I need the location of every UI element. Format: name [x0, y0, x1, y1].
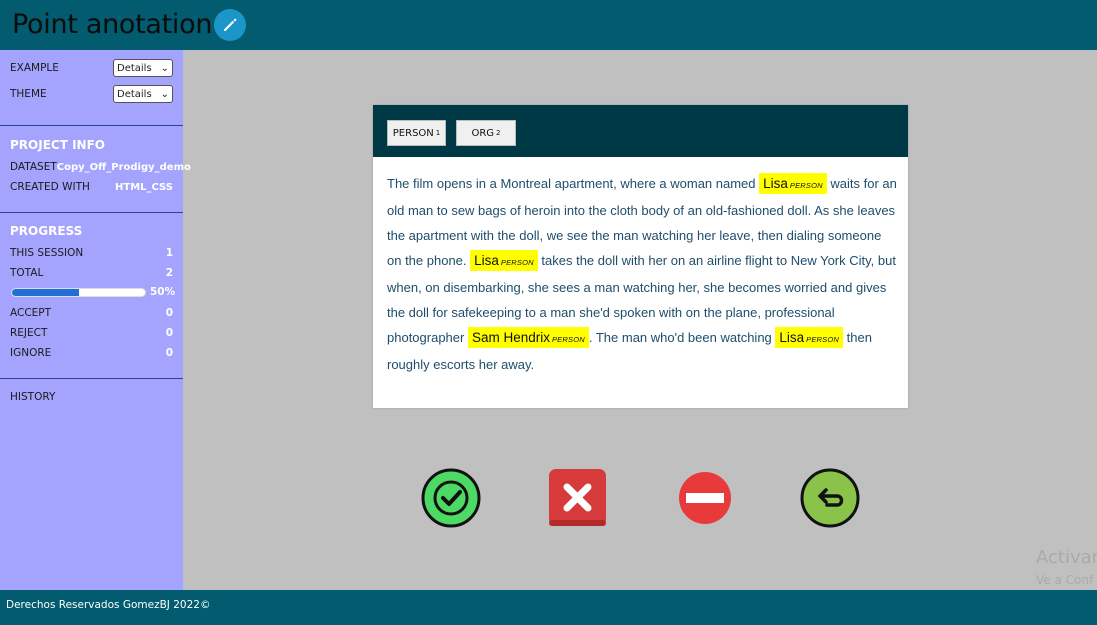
label-key: 1 [435, 129, 441, 137]
created-row: CREATED WITH HTML_CSS [10, 178, 173, 196]
entity-tag: PERSON [806, 335, 840, 344]
reject-value: 0 [165, 327, 173, 339]
progress-percent: 50% [150, 286, 176, 298]
progress-fill [12, 289, 79, 296]
reject-label: REJECT [10, 327, 48, 339]
entity-tag: PERSON [789, 181, 823, 190]
accept-button[interactable] [421, 468, 481, 528]
check-icon [421, 468, 481, 528]
reject-button[interactable] [548, 468, 608, 528]
this-session-row: THIS SESSION 1 [10, 244, 173, 262]
total-value: 2 [165, 267, 173, 279]
history-row[interactable]: HISTORY [10, 388, 173, 406]
app-footer: Derechos Reservados GomezBJ 2022© [0, 590, 1097, 625]
x-icon [549, 469, 606, 526]
history-label: HISTORY [10, 391, 56, 403]
dataset-value: Copy_Off_Prodigy_demo [56, 161, 191, 173]
divider [0, 125, 183, 126]
this-session-value: 1 [165, 247, 173, 259]
entity-span[interactable]: Lisa PERSON [470, 250, 538, 271]
accept-value: 0 [165, 307, 173, 319]
watermark-line1: Activar [1036, 547, 1097, 568]
annotation-text: The film opens in a Montreal apartment, … [387, 171, 897, 377]
entity-tag: PERSON [500, 258, 534, 267]
label-button-org[interactable]: ORG 2 [456, 120, 516, 146]
windows-activation-watermark: Activar Ve a Conf [1036, 547, 1097, 591]
footer-text: Derechos Reservados GomezBJ 2022© [6, 599, 211, 611]
example-select-value: Details [117, 62, 152, 74]
ignore-row: IGNORE 0 [10, 344, 173, 362]
no-entry-icon [679, 472, 731, 524]
theme-label: THEME [10, 88, 47, 100]
divider [0, 378, 183, 379]
created-label: CREATED WITH [10, 181, 90, 193]
ignore-button[interactable] [675, 468, 735, 528]
undo-button[interactable] [800, 468, 860, 528]
created-value: HTML_CSS [115, 181, 173, 193]
entity-text: Lisa [474, 253, 499, 268]
accept-label: ACCEPT [10, 307, 52, 319]
total-label: TOTAL [10, 267, 44, 279]
watermark-line2: Ve a Conf [1036, 573, 1094, 587]
entity-text: Lisa [779, 330, 805, 345]
progress-bar [11, 288, 146, 297]
divider [0, 212, 183, 213]
ignore-value: 0 [165, 347, 173, 359]
annotation-card: PERSON 1 ORG 2 The film opens in a Montrea… [373, 105, 908, 408]
example-select[interactable]: Details ⌄ [113, 59, 173, 77]
total-row: TOTAL 2 [10, 264, 173, 282]
chevron-down-icon: ⌄ [160, 62, 169, 74]
app-header: Point anotation [0, 0, 1097, 50]
label-name: PERSON [392, 127, 434, 139]
label-bar: PERSON 1 ORG 2 [373, 105, 908, 157]
pencil-icon [224, 18, 237, 31]
entity-span[interactable]: Lisa PERSON [759, 173, 827, 194]
ignore-label: IGNORE [10, 347, 52, 359]
text-segment: . The man who'd been watching [588, 330, 776, 345]
entity-text: Lisa [763, 176, 788, 191]
chevron-down-icon: ⌄ [160, 88, 169, 100]
page-title: Point anotation [12, 9, 213, 40]
label-name: ORG [471, 127, 495, 139]
theme-select[interactable]: Details ⌄ [113, 85, 173, 103]
this-session-label: THIS SESSION [10, 247, 84, 259]
entity-span[interactable]: Sam Hendrix PERSON [467, 327, 589, 348]
dataset-row: DATASET Copy_Off_Prodigy_demo [10, 158, 191, 176]
label-key: 2 [496, 129, 501, 137]
theme-row: THEME Details ⌄ [10, 85, 173, 103]
entity-tag: PERSON [551, 335, 585, 344]
accept-row: ACCEPT 0 [10, 304, 173, 322]
edit-button[interactable] [214, 9, 246, 41]
sidebar: EXAMPLE Details ⌄ THEME Details ⌄ PROJEC… [0, 50, 191, 590]
undo-icon [800, 468, 860, 528]
example-row: EXAMPLE Details ⌄ [10, 59, 173, 77]
theme-select-value: Details [117, 88, 152, 100]
example-label: EXAMPLE [10, 62, 59, 74]
progress-title: PROGRESS [10, 224, 83, 238]
project-info-title: PROJECT INFO [10, 138, 105, 152]
label-button-person[interactable]: PERSON 1 [387, 120, 446, 146]
entity-span[interactable]: Lisa PERSON [775, 327, 844, 348]
entity-text: Sam Hendrix [471, 330, 550, 345]
reject-row: REJECT 0 [10, 324, 173, 342]
dataset-label: DATASET [10, 161, 57, 173]
text-segment: The film opens in a Montreal apartment, … [387, 176, 760, 191]
